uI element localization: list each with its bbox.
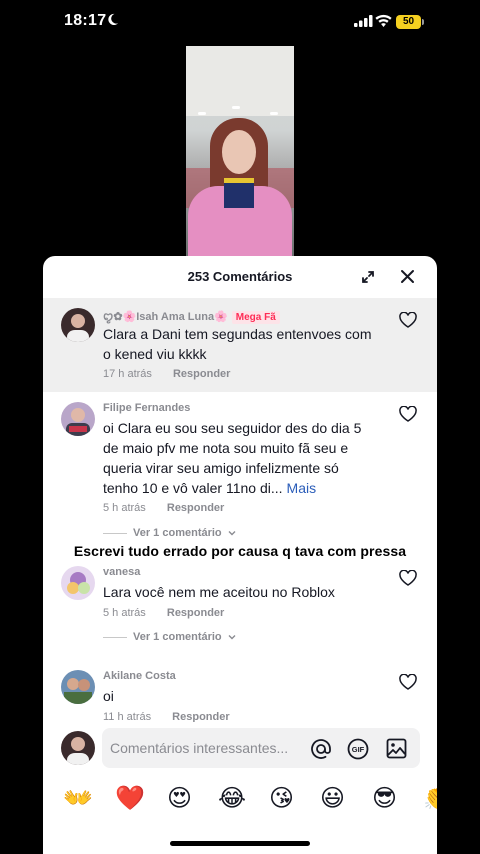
avatar[interactable]: [61, 308, 95, 342]
reply-button[interactable]: Responder: [173, 368, 230, 380]
comment-item[interactable]: Filipe Fernandes oi Clara eu sou seu seg…: [43, 392, 437, 552]
more-link[interactable]: Mais: [287, 480, 317, 496]
emoji-button[interactable]: 😍: [167, 782, 192, 814]
comment-text: Lara você nem me aceitou no Roblox: [103, 584, 335, 600]
chevron-down-icon: [228, 531, 236, 536]
view-replies-button[interactable]: Ver 1 comentário: [103, 527, 236, 539]
reply-button[interactable]: Responder: [167, 607, 224, 619]
heart-icon[interactable]: [399, 674, 417, 690]
comment-username[interactable]: Filipe Fernandes: [103, 402, 190, 414]
comment-meta: 5 h atrás Responder: [103, 607, 224, 619]
mega-fan-badge: Mega Fã: [231, 311, 280, 324]
avatar[interactable]: [61, 402, 95, 436]
comments-count-title: 253 Comentários: [187, 269, 293, 284]
cellular-signal-icon: [354, 15, 373, 27]
heart-icon[interactable]: [399, 570, 417, 586]
expand-icon[interactable]: [361, 270, 375, 284]
comment-text: oi: [103, 688, 114, 704]
image-icon[interactable]: [386, 738, 407, 759]
avatar[interactable]: [61, 566, 95, 600]
svg-text:GIF: GIF: [352, 745, 365, 754]
battery-indicator: 50: [396, 15, 424, 29]
wifi-icon: [375, 14, 392, 27]
sheet-header: 253 Comentários: [43, 256, 437, 298]
status-time: 18:17: [64, 12, 107, 29]
comment-meta: 5 h atrás Responder: [103, 502, 224, 514]
view-replies-button[interactable]: Ver 1 comentário: [103, 631, 236, 643]
video-preview[interactable]: [186, 46, 294, 258]
emoji-button[interactable]: 😃: [320, 782, 345, 814]
comment-item[interactable]: ꨄ✿🌸Isah Ama Luna🌸 Mega Fã Clara a Dani te…: [43, 298, 437, 392]
emoji-quick-bar: 👐 ❤️ 😍 😂 😘 😃 😎 👏: [43, 782, 437, 814]
comment-item[interactable]: Akilane Costa oi 11 h atrás Responder: [43, 666, 437, 726]
comment-text: oi Clara eu sou seu seguidor des do dia …: [103, 420, 362, 496]
mention-icon[interactable]: [310, 738, 332, 760]
emoji-button[interactable]: 😎: [372, 782, 397, 814]
reply-button[interactable]: Responder: [167, 502, 224, 514]
comment-username[interactable]: vanesa: [103, 566, 140, 578]
heart-icon[interactable]: [399, 406, 417, 422]
comment-text: Clara a Dani tem segundas entenvoes com …: [103, 326, 372, 362]
avatar[interactable]: [61, 670, 95, 704]
comment-username[interactable]: Akilane Costa: [103, 670, 176, 682]
comment-time: 17 h atrás: [103, 368, 152, 380]
emoji-button[interactable]: 😂: [218, 782, 246, 814]
emoji-button[interactable]: 👐: [63, 782, 93, 814]
moon-icon: [108, 13, 119, 26]
comment-input-box[interactable]: GIF: [102, 728, 420, 768]
emoji-button[interactable]: 😘: [269, 782, 294, 814]
comment-input[interactable]: [110, 728, 300, 768]
home-indicator[interactable]: [170, 841, 310, 846]
status-bar: 18:17 50: [0, 0, 480, 46]
chevron-down-icon: [228, 635, 236, 640]
comment-meta: 17 h atrás Responder: [103, 368, 230, 380]
comment-item[interactable]: vanesa Lara você nem me aceitou no Roblo…: [43, 562, 437, 656]
comment-username[interactable]: ꨄ✿🌸Isah Ama Luna🌸 Mega Fã: [103, 308, 280, 324]
gif-icon[interactable]: GIF: [347, 738, 369, 760]
heart-icon[interactable]: [399, 312, 417, 328]
close-icon[interactable]: [400, 269, 415, 284]
emoji-button[interactable]: 👏: [423, 782, 437, 814]
overlay-caption: Escrevi tudo errado por causa q tava com…: [73, 543, 407, 559]
comment-time: 5 h atrás: [103, 502, 146, 514]
comment-input-bar: GIF: [43, 722, 437, 772]
comment-time: 5 h atrás: [103, 607, 146, 619]
emoji-button[interactable]: ❤️: [115, 782, 145, 814]
my-avatar: [61, 731, 95, 765]
